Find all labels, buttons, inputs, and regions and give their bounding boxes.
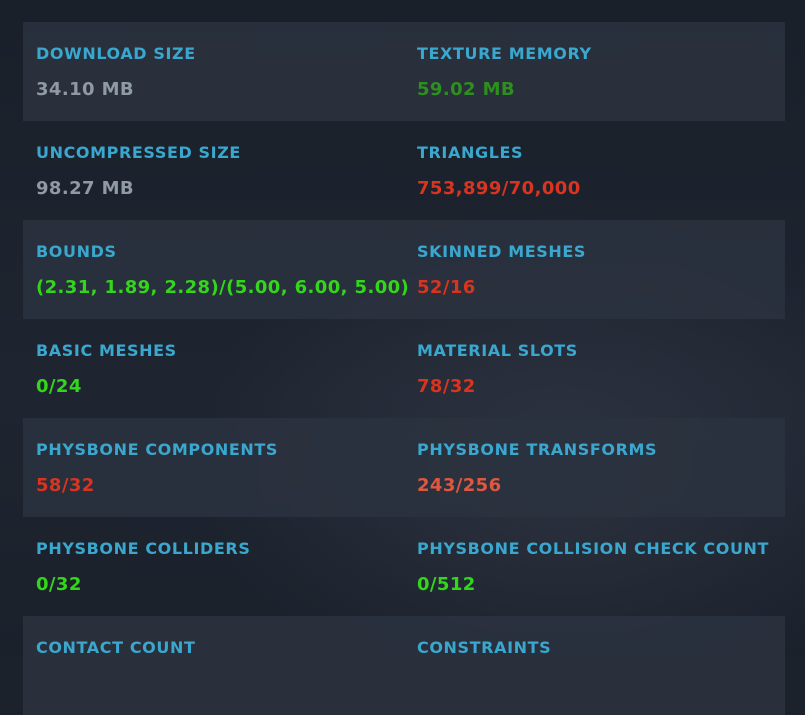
- stat-value: 753,899/70,000: [417, 178, 581, 199]
- stat-value: 243/256: [417, 475, 502, 496]
- stat-label: BASIC MESHES: [36, 341, 177, 360]
- stat-label: PHYSBONE COMPONENTS: [36, 440, 279, 459]
- stat-row-contact-constraints: CONTACT COUNT CONSTRAINTS: [23, 616, 785, 715]
- stat-label: MATERIAL SLOTS: [417, 341, 578, 360]
- stat-value: 52/16: [417, 277, 476, 298]
- stat-label: UNCOMPRESSED SIZE: [36, 143, 241, 162]
- stat-value: 78/32: [417, 376, 476, 397]
- stat-row-download-texture: DOWNLOAD SIZE 34.10 MB TEXTURE MEMORY 59…: [23, 22, 785, 121]
- stat-row-physbone: PHYSBONE COMPONENTS 58/32 PHYSBONE TRANS…: [23, 418, 785, 517]
- stat-value: 0/512: [417, 574, 476, 595]
- stat-label: SKINNED MESHES: [417, 242, 587, 261]
- stat-row-uncompressed-triangles: UNCOMPRESSED SIZE 98.27 MB TRIANGLES 753…: [23, 121, 785, 220]
- stat-value: 58/32: [36, 475, 95, 496]
- performance-stats-list: DOWNLOAD SIZE 34.10 MB TEXTURE MEMORY 59…: [23, 22, 785, 715]
- stat-row-bounds-skinned: BOUNDS (2.31, 1.89, 2.28)/(5.00, 6.00, 5…: [23, 220, 785, 319]
- stat-label: PHYSBONE TRANSFORMS: [417, 440, 658, 459]
- stat-value: 98.27 MB: [36, 178, 135, 199]
- stat-value: (2.31, 1.89, 2.28)/(5.00, 6.00, 5.00): [36, 277, 410, 298]
- stat-label: PHYSBONE COLLIDERS: [36, 539, 251, 558]
- stat-label: DOWNLOAD SIZE: [36, 44, 196, 63]
- stat-value: 0/24: [36, 376, 82, 397]
- stat-label: TEXTURE MEMORY: [417, 44, 592, 63]
- stat-label: PHYSBONE COLLISION CHECK COUNT: [417, 539, 770, 558]
- stat-value: 34.10 MB: [36, 79, 135, 100]
- stat-label: CONTACT COUNT: [36, 638, 196, 657]
- stat-label: CONSTRAINTS: [417, 638, 552, 657]
- stat-row-colliders: PHYSBONE COLLIDERS 0/32 PHYSBONE COLLISI…: [23, 517, 785, 616]
- stat-value: 0/32: [36, 574, 82, 595]
- stat-label: BOUNDS: [36, 242, 117, 261]
- stat-value: 59.02 MB: [417, 79, 516, 100]
- stat-label: TRIANGLES: [417, 143, 524, 162]
- stat-row-basic-material: BASIC MESHES 0/24 MATERIAL SLOTS 78/32: [23, 319, 785, 418]
